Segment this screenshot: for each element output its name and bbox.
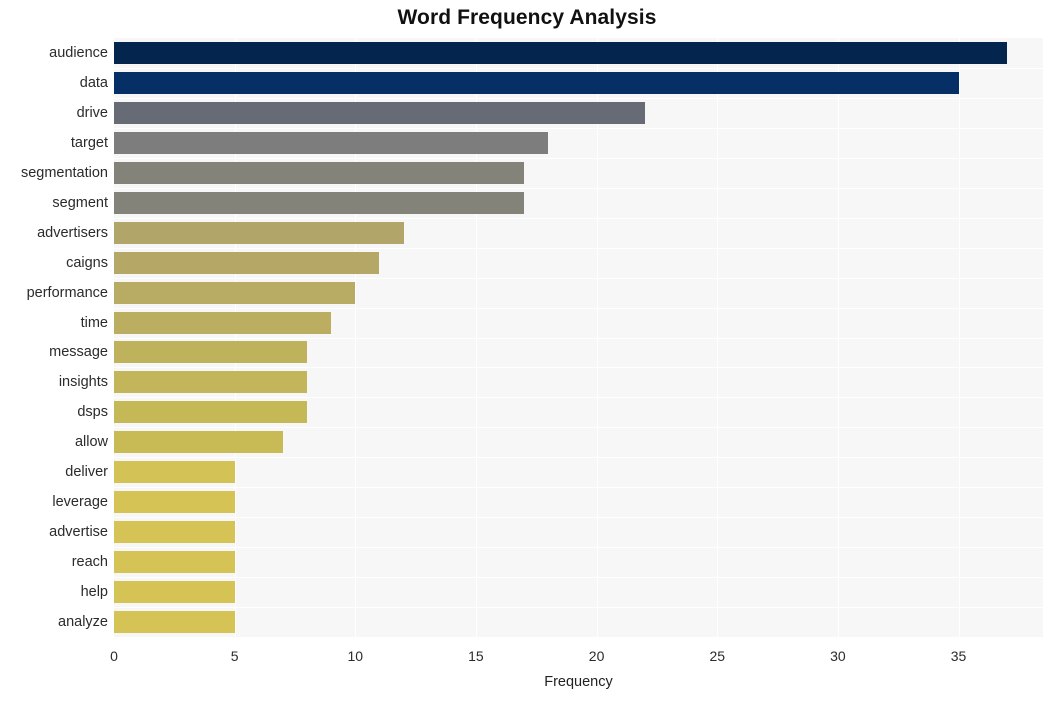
y-tick-label-dsps: dsps [77, 404, 108, 421]
bar-time [114, 311, 332, 334]
bar-deliver [114, 461, 235, 484]
x-tick-label-35: 35 [950, 648, 967, 664]
y-tick-label-help: help [80, 584, 108, 601]
x-tick-label-25: 25 [709, 648, 726, 664]
row-separator [114, 487, 1043, 489]
bar-performance [114, 281, 356, 304]
x-tick-label-30: 30 [830, 648, 846, 664]
gridline-x-15 [475, 38, 477, 637]
y-tick-label-segment: segment [52, 194, 108, 211]
row-separator [114, 127, 1043, 129]
row-separator [114, 547, 1043, 549]
y-tick-label-reach: reach [71, 554, 108, 571]
row-separator [114, 367, 1043, 369]
y-tick-label-data: data [79, 74, 108, 91]
bar-segmentation [114, 161, 525, 184]
plot-area [114, 38, 1043, 637]
y-tick-label-audience: audience [49, 44, 108, 61]
y-tick-label-caigns: caigns [66, 254, 108, 271]
gridline-x-5 [234, 38, 236, 637]
bar-allow [114, 431, 283, 454]
word-frequency-bar-chart: Word Frequency Analysis audience data driv… [0, 0, 1054, 701]
row-separator [114, 307, 1043, 309]
x-tick-label-20: 20 [588, 648, 605, 664]
bar-reach [114, 551, 235, 574]
y-tick-label-segmentation: segmentation [20, 164, 108, 181]
row-separator [114, 277, 1043, 279]
bar-analyze [114, 611, 235, 634]
row-separator [114, 97, 1043, 99]
row-separator [114, 517, 1043, 519]
y-tick-label-advertise: advertise [49, 524, 108, 541]
row-separator [114, 607, 1043, 609]
bar-leverage [114, 491, 235, 514]
row-separator [114, 427, 1043, 429]
x-tick-label-15: 15 [468, 648, 484, 664]
bar-message [114, 341, 308, 364]
x-tick-label-5: 5 [230, 648, 239, 664]
row-separator [114, 247, 1043, 249]
y-tick-label-target: target [70, 134, 108, 151]
gridline-x-30 [837, 38, 839, 637]
y-tick-label-performance: performance [26, 284, 108, 301]
bar-data [114, 71, 959, 94]
bar-caigns [114, 251, 380, 274]
bar-insights [114, 371, 308, 394]
row-separator [114, 457, 1043, 459]
x-axis-label: Frequency [544, 674, 613, 690]
bar-advertise [114, 521, 235, 544]
row-separator [114, 577, 1043, 579]
row-separator [114, 217, 1043, 219]
row-separator [114, 67, 1043, 69]
bar-dsps [114, 401, 308, 424]
bar-target [114, 131, 549, 154]
x-tick-label-0: 0 [110, 648, 118, 664]
y-tick-label-allow: allow [74, 434, 108, 451]
y-tick-label-insights: insights [58, 374, 108, 391]
gridline-x-10 [355, 38, 357, 637]
bar-advertisers [114, 221, 404, 244]
row-separator [114, 337, 1043, 339]
chart-title: Word Frequency Analysis [397, 6, 657, 29]
bar-help [114, 581, 235, 604]
row-separator [114, 157, 1043, 159]
y-tick-label-deliver: deliver [65, 464, 108, 481]
row-separator [114, 397, 1043, 399]
bar-audience [114, 41, 1007, 64]
y-tick-label-drive: drive [76, 104, 108, 121]
bar-drive [114, 101, 645, 124]
gridline-x-20 [596, 38, 598, 637]
gridline-x-35 [958, 38, 960, 637]
x-tick-label-10: 10 [347, 648, 364, 664]
y-tick-label-analyze: analyze [58, 614, 108, 631]
y-tick-label-leverage: leverage [52, 494, 108, 511]
y-tick-label-message: message [49, 344, 108, 361]
row-separator [114, 187, 1043, 189]
y-tick-label-advertisers: advertisers [37, 224, 108, 241]
gridline-x-25 [717, 38, 719, 637]
y-tick-label-time: time [80, 314, 108, 331]
bar-segment [114, 191, 525, 214]
